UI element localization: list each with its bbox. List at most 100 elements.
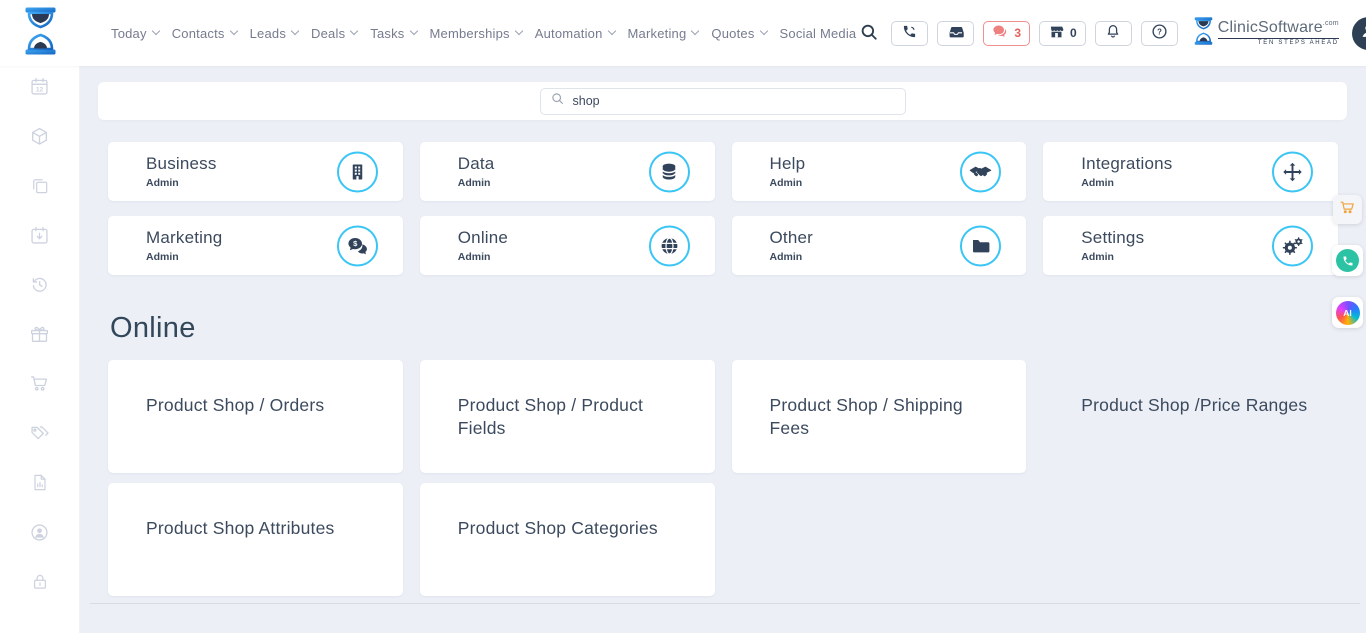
gift-icon: [29, 324, 50, 348]
result-card-product-fields[interactable]: Product Shop / Product Fields: [420, 360, 715, 473]
cart-icon: [1339, 199, 1356, 221]
inbox-icon: [948, 24, 964, 43]
result-card-attributes[interactable]: Product Shop Attributes: [108, 483, 403, 596]
store-icon: [1048, 24, 1065, 43]
chevron-down-icon: [515, 27, 523, 35]
sidebar-item-calendar[interactable]: 12: [29, 77, 51, 99]
notifications-button[interactable]: [1095, 21, 1132, 46]
cart-icon: [29, 373, 50, 397]
sidebar-item-reports[interactable]: [29, 473, 51, 495]
result-card-shipping-fees[interactable]: Product Shop / Shipping Fees: [732, 360, 1027, 473]
brand-logo[interactable]: ClinicSoftware.com TEN STEPS AHEAD: [1193, 17, 1339, 50]
building-icon: [337, 151, 378, 192]
category-card-data[interactable]: Data Admin: [420, 142, 715, 201]
chevron-down-icon: [350, 27, 358, 35]
brand-tld: .com: [1323, 20, 1339, 27]
category-card-other[interactable]: Other Admin: [732, 216, 1027, 275]
chat-button[interactable]: 3: [983, 21, 1030, 46]
phone-button[interactable]: [891, 21, 928, 46]
sidebar-item-pages[interactable]: [29, 176, 51, 198]
store-button[interactable]: 0: [1039, 21, 1086, 46]
ai-assistant-fab[interactable]: AI: [1332, 297, 1363, 328]
nav-item-today[interactable]: Today: [111, 26, 159, 41]
tags-icon: [29, 423, 50, 447]
search-icon: [860, 23, 878, 44]
category-grid: Business Admin Data Admin Help Admin Int…: [108, 142, 1338, 275]
nav-item-marketing[interactable]: Marketing: [628, 26, 699, 41]
category-card-marketing[interactable]: Marketing Admin $: [108, 216, 403, 275]
history-icon: [29, 274, 50, 298]
search-icon: [551, 92, 564, 110]
category-card-settings[interactable]: Settings Admin: [1043, 216, 1338, 275]
main-nav: Today Contacts Leads Deals Tasks Members…: [111, 26, 856, 41]
gears-icon: [1272, 225, 1313, 266]
sidebar-item-account[interactable]: [29, 523, 51, 545]
report-icon: [30, 472, 50, 496]
question-icon: ?: [1151, 23, 1168, 43]
whatsapp-icon: [1336, 249, 1359, 272]
sidebar-item-gifts[interactable]: [29, 325, 51, 347]
calendar-icon: 12: [29, 76, 50, 100]
section-title: Online: [110, 312, 1366, 345]
sidebar-item-security[interactable]: [29, 572, 51, 594]
search-input[interactable]: [571, 93, 895, 109]
sidebar-item-tags[interactable]: [29, 424, 51, 446]
comments-dollar-icon: $: [337, 225, 378, 266]
sidebar-item-history[interactable]: [29, 275, 51, 297]
top-header: Today Contacts Leads Deals Tasks Members…: [0, 0, 1366, 66]
chat-badge: 3: [1014, 26, 1021, 40]
main-content: Business Admin Data Admin Help Admin Int…: [80, 66, 1366, 633]
category-card-integrations[interactable]: Integrations Admin: [1043, 142, 1338, 201]
bell-icon: [1105, 23, 1121, 43]
whatsapp-fab[interactable]: [1332, 245, 1363, 276]
hourglass-logo-icon: [22, 7, 59, 60]
handshake-icon: [960, 151, 1001, 192]
help-button[interactable]: ?: [1141, 21, 1178, 46]
chevron-down-icon: [409, 27, 417, 35]
result-card-orders[interactable]: Product Shop / Orders: [108, 360, 403, 473]
chevron-down-icon: [291, 27, 299, 35]
inbox-button[interactable]: [937, 21, 974, 46]
user-avatar[interactable]: [1352, 17, 1366, 50]
category-card-online[interactable]: Online Admin: [420, 216, 715, 275]
brand-name: ClinicSoftware.com: [1218, 20, 1339, 39]
sidebar: 12: [0, 66, 80, 633]
nav-item-deals[interactable]: Deals: [311, 26, 357, 41]
svg-text:12: 12: [36, 87, 44, 94]
sidebar-item-shop[interactable]: [29, 374, 51, 396]
move-arrows-icon: [1272, 151, 1313, 192]
store-badge: 0: [1070, 26, 1077, 40]
nav-item-tasks[interactable]: Tasks: [370, 26, 416, 41]
category-card-business[interactable]: Business Admin: [108, 142, 403, 201]
database-icon: [649, 151, 690, 192]
calendar-checkin-icon: [29, 225, 50, 249]
nav-item-automation[interactable]: Automation: [535, 26, 615, 41]
search-button[interactable]: [856, 23, 882, 44]
brand-tagline: TEN STEPS AHEAD: [1218, 40, 1339, 46]
copy-icon: [30, 176, 50, 199]
sidebar-item-checkin[interactable]: [29, 226, 51, 248]
chevron-down-icon: [607, 27, 615, 35]
ai-icon: AI: [1336, 301, 1360, 325]
result-card-categories[interactable]: Product Shop Categories: [420, 483, 715, 596]
app-logo[interactable]: [22, 7, 59, 60]
sidebar-item-products[interactable]: [29, 127, 51, 149]
nav-item-quotes[interactable]: Quotes: [711, 26, 766, 41]
hourglass-logo-icon: [1193, 17, 1214, 50]
nav-item-social-media[interactable]: Social Media: [780, 26, 857, 41]
globe-icon: [649, 225, 690, 266]
cart-fab[interactable]: [1333, 195, 1362, 224]
folder-icon: [960, 225, 1001, 266]
search-box[interactable]: [540, 88, 906, 115]
search-panel: [98, 82, 1347, 120]
chevron-down-icon: [691, 27, 699, 35]
chevron-down-icon: [229, 27, 237, 35]
result-card-price-ranges[interactable]: Product Shop /Price Ranges: [1043, 360, 1338, 473]
account-icon: [29, 522, 50, 546]
header-actions: 3 0 ?: [856, 17, 1366, 50]
nav-item-memberships[interactable]: Memberships: [430, 26, 522, 41]
nav-item-leads[interactable]: Leads: [250, 26, 298, 41]
chat-bubbles-icon: [992, 23, 1009, 43]
nav-item-contacts[interactable]: Contacts: [172, 26, 237, 41]
category-card-help[interactable]: Help Admin: [732, 142, 1027, 201]
